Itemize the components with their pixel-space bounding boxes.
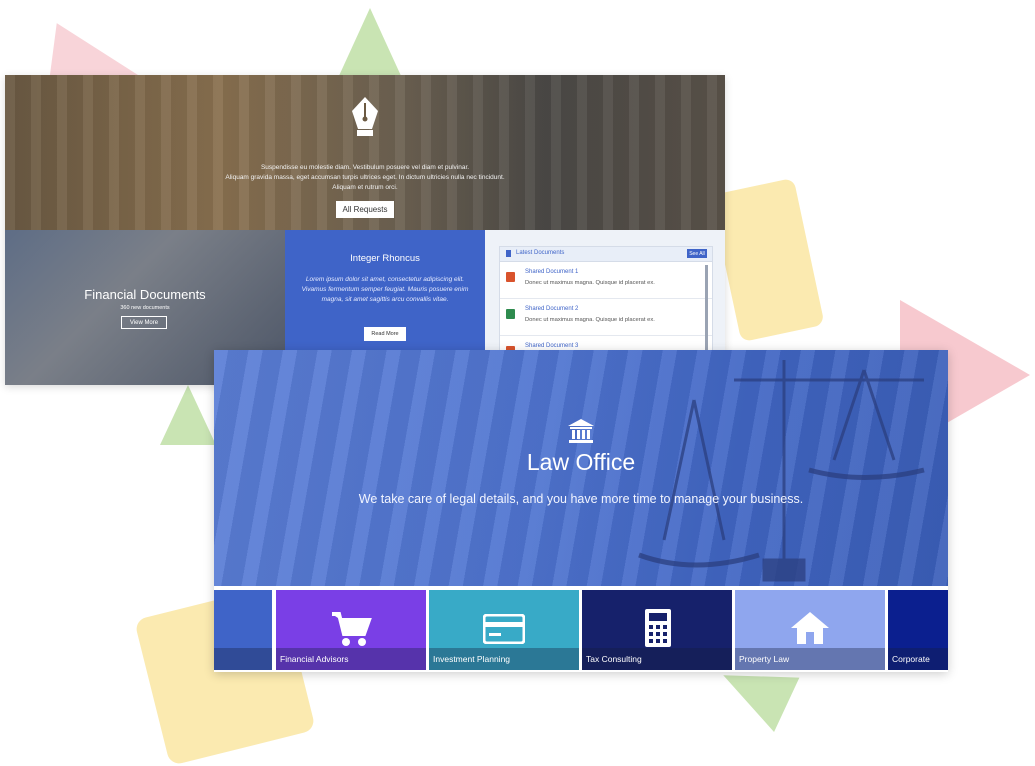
- back-page-preview: Suspendisse eu molestie diam. Vestibulum…: [5, 75, 725, 385]
- fountain-pen-icon: [352, 97, 378, 136]
- latest-documents-title: Latest Documents: [516, 250, 565, 256]
- hero-text-line: Aliquam et rutrum orci.: [332, 184, 398, 191]
- hero-text-line: Aliquam gravida massa, eget accumsan tur…: [225, 174, 505, 181]
- latest-documents-header: Latest Documents See All: [500, 247, 712, 262]
- tile-tax-consulting[interactable]: Tax Consulting: [582, 590, 732, 670]
- read-more-button[interactable]: Read More: [364, 327, 406, 341]
- calculator-icon: [645, 609, 671, 647]
- tile-label: Corporate: [892, 654, 930, 664]
- service-tiles: Financial Advisors Investment Planning T…: [214, 590, 948, 670]
- tile-label: Property Law: [739, 654, 790, 664]
- tile-corporate[interactable]: Corporate: [888, 590, 948, 670]
- dark-hero-banner: Suspendisse eu molestie diam. Vestibulum…: [5, 75, 725, 230]
- tile-label: Financial Advisors: [280, 654, 349, 664]
- integer-rhoncus-title: Integer Rhoncus: [350, 253, 420, 264]
- tile-label-bar: [214, 648, 272, 670]
- view-more-button[interactable]: View More: [121, 316, 167, 329]
- see-all-button[interactable]: See All: [687, 249, 707, 258]
- document-icon: [506, 250, 511, 257]
- document-item[interactable]: Shared Document 1 Donec ut maximus magna…: [500, 262, 712, 299]
- decor-green-triangle: [338, 8, 402, 78]
- hero-text-line: Suspendisse eu molestie diam. Vestibulum…: [260, 164, 470, 171]
- financial-documents-subtitle: 360 new documents: [120, 305, 170, 311]
- credit-card-icon: [483, 614, 525, 644]
- integer-rhoncus-text: Lorem ipsum dolor sit amet, consectetur …: [301, 276, 469, 303]
- law-office-hero: Law Office We take care of legal details…: [214, 350, 948, 586]
- tile-investment-planning[interactable]: Investment Planning: [429, 590, 579, 670]
- tile-label: Tax Consulting: [586, 654, 642, 664]
- decor-yellow-square: [710, 177, 825, 343]
- front-page-preview: Law Office We take care of legal details…: [214, 350, 948, 672]
- hero-text: Suspendisse eu molestie diam. Vestibulum…: [185, 163, 545, 193]
- document-description: Donec ut maximus magna. Quisque id place…: [525, 317, 655, 323]
- financial-documents-title: Financial Documents: [84, 287, 206, 302]
- tile-partial[interactable]: [214, 590, 272, 670]
- house-icon: [791, 612, 829, 644]
- law-office-title: Law Office: [526, 449, 636, 475]
- all-requests-button[interactable]: All Requests: [336, 201, 394, 218]
- law-office-subtitle: We take care of legal details, and you h…: [358, 492, 804, 506]
- document-description: Donec ut maximus magna. Quisque id place…: [525, 280, 655, 286]
- document-name[interactable]: Shared Document 2: [525, 306, 578, 312]
- document-item[interactable]: Shared Document 2 Donec ut maximus magna…: [500, 299, 712, 336]
- shopping-cart-icon: [332, 612, 372, 646]
- document-name[interactable]: Shared Document 3: [525, 343, 578, 349]
- bank-icon: [568, 419, 594, 443]
- tile-property-law[interactable]: Property Law: [735, 590, 885, 670]
- excel-file-icon: [506, 309, 515, 319]
- tile-financial-advisors[interactable]: Financial Advisors: [276, 590, 426, 670]
- tile-label: Investment Planning: [433, 654, 511, 664]
- document-name[interactable]: Shared Document 1: [525, 269, 578, 275]
- powerpoint-file-icon: [506, 272, 515, 282]
- decor-green-triangle-left: [160, 385, 216, 445]
